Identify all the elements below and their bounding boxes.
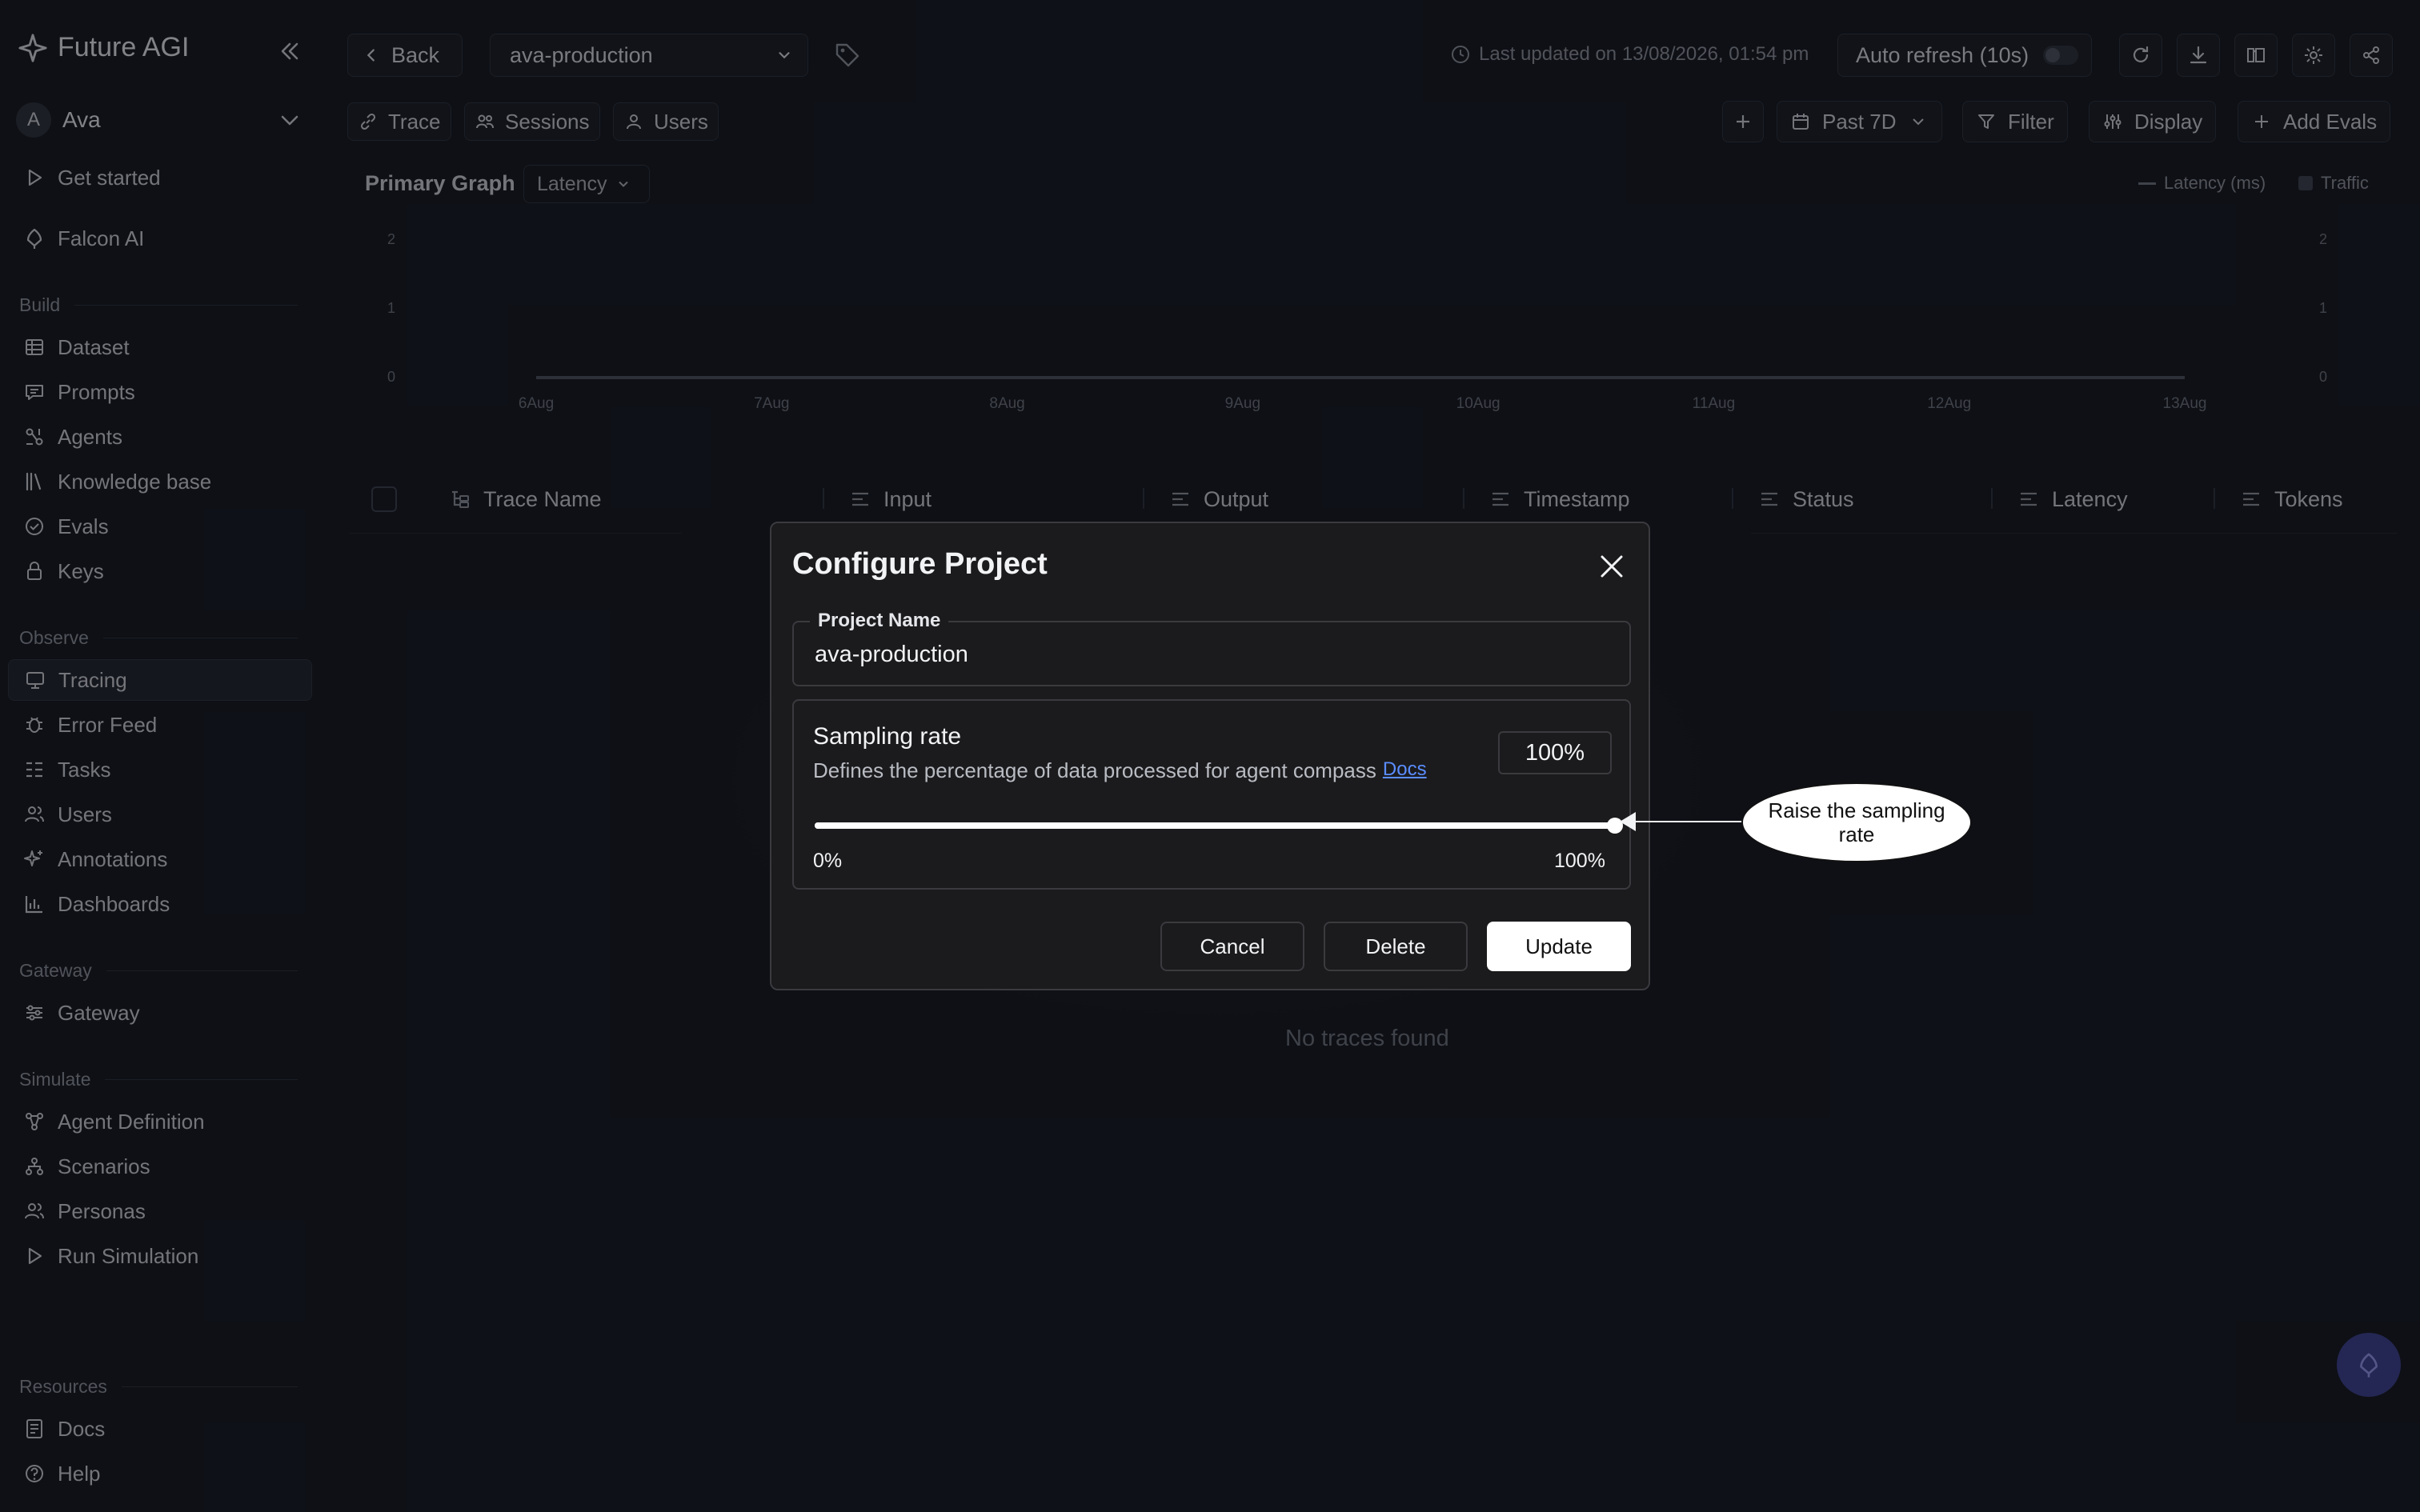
cancel-button[interactable]: Cancel [1160, 922, 1304, 971]
update-button[interactable]: Update [1487, 922, 1631, 971]
annotation-arrow-head [1620, 812, 1636, 831]
project-name-input[interactable] [815, 638, 1607, 670]
dialog-title: Configure Project [792, 547, 1048, 581]
sampling-rate-slider-fill [815, 822, 1615, 829]
slider-max-label: 100% [1554, 850, 1605, 872]
sampling-rate-value-input[interactable]: 100% [1498, 731, 1612, 774]
sampling-rate-title: Sampling rate [813, 723, 962, 750]
delete-button[interactable]: Delete [1324, 922, 1468, 971]
close-icon[interactable] [1594, 549, 1629, 584]
annotation-arrow-line [1620, 821, 1743, 822]
sampling-rate-description: Defines the percentage of data processed… [813, 758, 1427, 783]
docs-link[interactable]: Docs [1383, 758, 1427, 783]
sampling-rate-slider-track[interactable] [815, 822, 1615, 829]
configure-project-dialog: Configure Project Project Name Sampling … [770, 522, 1650, 990]
project-name-label: Project Name [810, 610, 949, 632]
annotation-callout: Raise the sampling rate [1741, 782, 1972, 862]
slider-min-label: 0% [813, 850, 843, 872]
sampling-rate-section: Sampling rate Defines the percentage of … [792, 699, 1631, 890]
project-name-field: Project Name [792, 610, 1631, 686]
